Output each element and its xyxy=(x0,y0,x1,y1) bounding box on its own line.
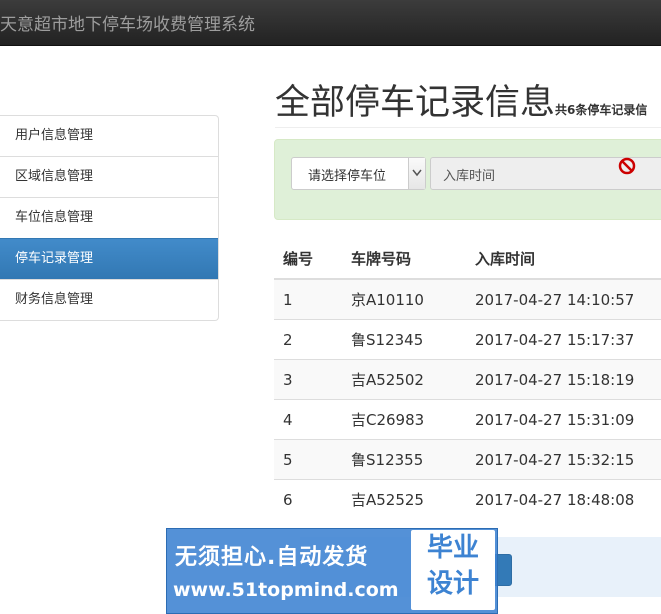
cell-entry-time: 2017-04-27 18:48:08 xyxy=(466,479,661,519)
parking-space-select[interactable]: 请选择停车位 xyxy=(291,157,426,190)
cell-plate: 吉A52525 xyxy=(342,479,466,519)
cell-plate: 鲁S12355 xyxy=(342,439,466,480)
watermark-badge: 毕业 设计 xyxy=(411,530,495,610)
cell-id: 1 xyxy=(274,278,342,320)
watermark-slogan: 无须担心.自动发货 xyxy=(175,545,369,570)
records-table: 编号 车牌号码 入库时间 1 京A10110 2017-04-27 14:10:… xyxy=(274,238,661,519)
sidebar-item-users[interactable]: 用户信息管理 xyxy=(0,116,218,156)
cell-id: 5 xyxy=(274,439,342,480)
cell-plate: 吉A52502 xyxy=(342,359,466,400)
cell-entry-time: 2017-04-27 14:10:57 xyxy=(466,278,661,320)
cell-id: 4 xyxy=(274,399,342,440)
cell-entry-time: 2017-04-27 15:32:15 xyxy=(466,439,661,480)
column-id: 编号 xyxy=(274,238,342,280)
chevron-down-icon xyxy=(412,169,422,177)
watermark-url: www.51topmind.com xyxy=(173,579,399,601)
table-row: 1 京A10110 2017-04-27 14:10:57 xyxy=(274,278,661,320)
badge-line-1: 毕业 xyxy=(426,533,479,563)
cell-entry-time: 2017-04-27 15:31:09 xyxy=(466,399,661,440)
sidebar-item-finance[interactable]: 财务信息管理 xyxy=(0,279,218,320)
sidebar-item-areas[interactable]: 区域信息管理 xyxy=(0,156,218,197)
entry-time-input[interactable] xyxy=(512,157,661,190)
page-header: 全部停车记录信息共6条停车记录信 xyxy=(275,74,647,125)
entry-time-addon: 入库时间 xyxy=(430,157,513,190)
record-count: 共6条停车记录信 xyxy=(555,103,648,117)
filter-panel: 请选择停车位 入库时间 xyxy=(274,139,661,220)
cell-entry-time: 2017-04-27 15:17:37 xyxy=(466,319,661,360)
table-row: 3 吉A52502 2017-04-27 15:18:19 xyxy=(274,359,661,400)
entry-time-label: 入库时间 xyxy=(443,169,496,184)
page-title: 全部停车记录信息 xyxy=(275,83,556,123)
table-row: 4 吉C26983 2017-04-27 15:31:09 xyxy=(274,399,661,440)
table-header-row: 编号 车牌号码 入库时间 xyxy=(274,238,661,280)
cell-id: 6 xyxy=(274,479,342,519)
sidebar-item-parking-records[interactable]: 停车记录管理 xyxy=(0,238,218,279)
select-arrow[interactable] xyxy=(408,158,425,189)
table-row: 2 鲁S12345 2017-04-27 15:17:37 xyxy=(274,319,661,360)
sidebar-item-spaces[interactable]: 车位信息管理 xyxy=(0,197,218,238)
sidebar-menu: 用户信息管理 区域信息管理 车位信息管理 停车记录管理 财务信息管理 xyxy=(0,115,219,321)
select-value: 请选择停车位 xyxy=(308,169,387,184)
column-plate: 车牌号码 xyxy=(342,238,466,280)
top-navbar: 天意超市地下停车场收费管理系统 xyxy=(0,0,661,46)
app-brand[interactable]: 天意超市地下停车场收费管理系统 xyxy=(0,10,255,35)
cell-plate: 吉C26983 xyxy=(342,399,466,440)
cell-id: 2 xyxy=(274,319,342,360)
badge-line-2: 设计 xyxy=(426,569,479,599)
header-divider xyxy=(275,127,661,128)
no-entry-icon xyxy=(618,157,636,175)
table-row: 5 鲁S12355 2017-04-27 15:32:15 xyxy=(274,439,661,480)
cell-plate: 京A10110 xyxy=(342,278,466,320)
column-entry-time: 入库时间 xyxy=(466,238,661,280)
cell-plate: 鲁S12345 xyxy=(342,319,466,360)
cell-entry-time: 2017-04-27 15:18:19 xyxy=(466,359,661,400)
watermark-banner: 无须担心.自动发货 www.51topmind.com 毕业 设计 xyxy=(166,528,498,614)
table-row: 6 吉A52525 2017-04-27 18:48:08 xyxy=(274,479,661,519)
cell-id: 3 xyxy=(274,359,342,400)
